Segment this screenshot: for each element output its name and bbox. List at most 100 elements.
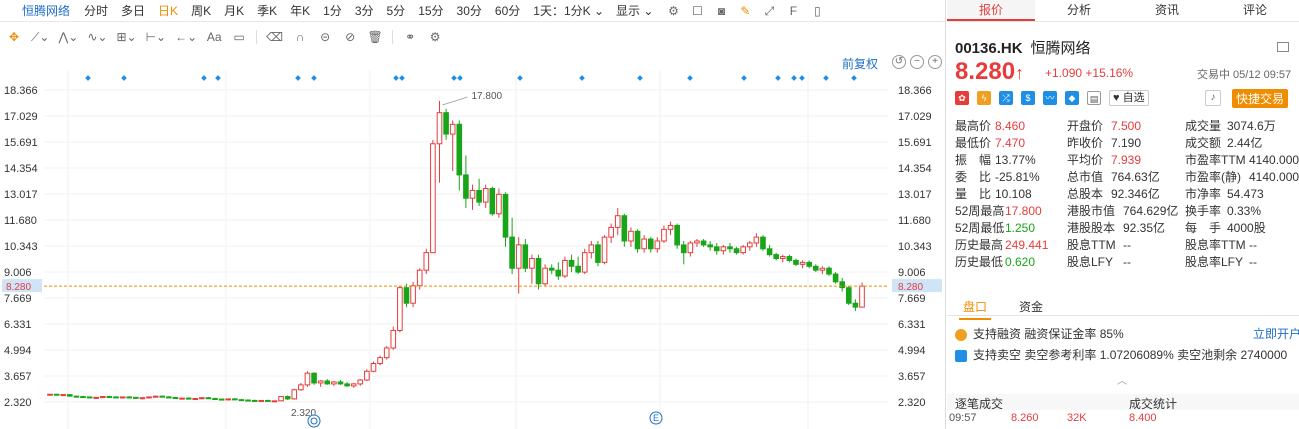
y-tick-label-left: 3.657	[4, 371, 32, 383]
watchlist-button[interactable]: ♥ 自选	[1109, 90, 1149, 106]
quote-label: 总市值	[1067, 170, 1104, 184]
period-3min[interactable]: 3分	[355, 2, 374, 19]
doc-icon[interactable]: ▤	[1087, 91, 1101, 105]
event-dot	[457, 75, 463, 81]
candle-body	[720, 246, 727, 252]
period-daily[interactable]: 日K	[158, 2, 178, 19]
y-tick-label-right: 2.320	[898, 397, 926, 409]
candle-body	[344, 383, 350, 387]
period-30min[interactable]: 30分	[457, 2, 482, 19]
y-tick-label-left: 4.994	[4, 345, 32, 357]
tick-price: 8.260	[1011, 412, 1039, 424]
quote-value: 0.620	[1005, 255, 1036, 269]
shuffle-icon[interactable]: ⤮	[999, 91, 1013, 105]
candlestick-chart[interactable]: 18.366 17.029 15.691 14.354 13.017 11.680 10.3…	[0, 70, 946, 429]
y-axis-right: 18.366 17.029 15.691 14.354 13.017 11.680 10.3…	[898, 85, 932, 409]
quote-row: 委 比 -25.81% 总市值 764.63亿 市盈率(静) 4140.000	[955, 169, 1299, 186]
settings-icon[interactable]: ⚙	[427, 29, 443, 45]
candle-body	[700, 240, 707, 246]
period-1min[interactable]: 1分	[323, 2, 342, 19]
quote-label: 港股股本	[1067, 221, 1116, 235]
y-tick-label-right: 14.354	[898, 163, 932, 175]
layout-icon[interactable]	[1277, 42, 1289, 52]
fast-trade-button[interactable]: 快捷交易	[1232, 89, 1289, 108]
event-dot	[393, 75, 399, 81]
dollar-icon[interactable]: $	[1021, 91, 1035, 105]
candle-body	[575, 265, 581, 273]
reset-icon[interactable]: ↺	[892, 55, 906, 69]
tick-stats-title[interactable]: 成交统计	[1129, 395, 1177, 412]
tag-icon[interactable]: ◆	[1065, 91, 1079, 105]
chart-icon[interactable]: 〰	[1043, 91, 1057, 105]
y-tick-label-right: 7.669	[898, 293, 926, 305]
quote-value: 7.500	[1111, 119, 1142, 133]
period-5min[interactable]: 5分	[387, 2, 406, 19]
trash-icon[interactable]: 🗑	[367, 29, 383, 45]
f10-icon[interactable]: F	[785, 3, 801, 19]
current-price-label-right: 8.280	[898, 282, 923, 293]
period-weekly[interactable]: 周K	[191, 2, 211, 19]
tab-analysis[interactable]: 分析	[1035, 0, 1123, 21]
hk-flag-icon[interactable]: ✿	[955, 91, 969, 105]
period-monthly[interactable]: 月K	[224, 2, 244, 19]
range-tool-icon[interactable]: ⊢⌄	[146, 29, 167, 45]
arrow-tool-icon[interactable]: ←⌄	[175, 29, 197, 45]
zoom-out-icon[interactable]: −	[910, 55, 924, 69]
eraser-icon[interactable]: ⌫	[266, 29, 283, 45]
candle-body	[60, 394, 67, 397]
camera-icon[interactable]: ◙	[713, 3, 729, 19]
period-15min[interactable]: 15分	[418, 2, 443, 19]
bell-icon[interactable]: ♪	[1205, 90, 1221, 106]
sidebar-toggle-icon[interactable]: ▯	[809, 3, 825, 19]
fib-tool-icon[interactable]: ⊞⌄	[116, 29, 136, 45]
fullscreen-icon[interactable]: ⤢	[761, 3, 777, 19]
tab-news[interactable]: 资讯	[1123, 0, 1211, 21]
gear-icon[interactable]: ⚙	[665, 3, 681, 19]
move-icon[interactable]: ✥	[6, 29, 22, 45]
tab-funds[interactable]: 资金	[1019, 298, 1043, 315]
earnings-marker-icon[interactable]: E	[649, 411, 663, 425]
candle-body	[614, 215, 621, 228]
hide-icon[interactable]: ⊘	[342, 29, 358, 45]
y-axis-left: 18.366 17.029 15.691 14.354 13.017 11.680 10.3…	[4, 85, 38, 409]
period-multiday[interactable]: 多日	[121, 2, 145, 19]
tab-comments[interactable]: 评论	[1211, 0, 1299, 21]
y-tick-label-left: 6.331	[4, 319, 32, 331]
lock-icon[interactable]: ⊝	[317, 29, 333, 45]
comment-icon[interactable]: ▭	[231, 29, 247, 45]
display-select[interactable]: 显示 ⌄	[616, 2, 653, 19]
checkbox-icon[interactable]: ☐	[689, 3, 705, 19]
tab-orderbook[interactable]: 盘口	[958, 298, 992, 320]
flash-icon[interactable]: ϟ	[977, 91, 991, 105]
open-account-link[interactable]: 立即开户	[1253, 326, 1299, 343]
chevron-up-icon[interactable]: ︿	[1117, 372, 1127, 387]
link-icon[interactable]: ⚭	[402, 29, 418, 45]
y-tick-label-left: 17.029	[4, 111, 38, 123]
stock-name: 恒腾网络	[1030, 40, 1091, 57]
text-tool-icon[interactable]: Aa	[206, 29, 222, 45]
quote-value: 764.63亿	[1111, 170, 1160, 184]
event-marker-icon[interactable]	[307, 414, 321, 428]
candle-body	[793, 259, 799, 265]
period-quarterly[interactable]: 季K	[257, 2, 277, 19]
range-select[interactable]: 1天：1分K ⌄	[533, 2, 604, 19]
ray-tool-icon[interactable]: ⋀⌄	[58, 29, 78, 45]
stock-title[interactable]: 恒腾网络	[22, 2, 70, 19]
pencil-icon[interactable]: ✎	[737, 3, 753, 19]
magnet-icon[interactable]: ∩	[292, 29, 308, 45]
period-yearly[interactable]: 年K	[290, 2, 310, 19]
candle-body	[265, 399, 271, 402]
tab-quote[interactable]: 报价	[947, 0, 1035, 21]
zoom-in-icon[interactable]: +	[928, 55, 942, 69]
candle-body	[674, 224, 680, 246]
short-rate: 卖空参考利率 1.07206089%	[1024, 348, 1174, 362]
period-intraday[interactable]: 分时	[84, 2, 108, 19]
tick-title[interactable]: 逐笔成交	[955, 395, 1003, 412]
y-tick-label-right: 10.343	[898, 241, 932, 253]
period-60min[interactable]: 60分	[495, 2, 520, 19]
wave-tool-icon[interactable]: ∿⌄	[87, 29, 107, 45]
candle-body	[727, 246, 733, 250]
event-dot	[775, 75, 781, 81]
line-tool-icon[interactable]: ⟋⌄	[31, 29, 49, 45]
candle-body	[852, 302, 859, 308]
